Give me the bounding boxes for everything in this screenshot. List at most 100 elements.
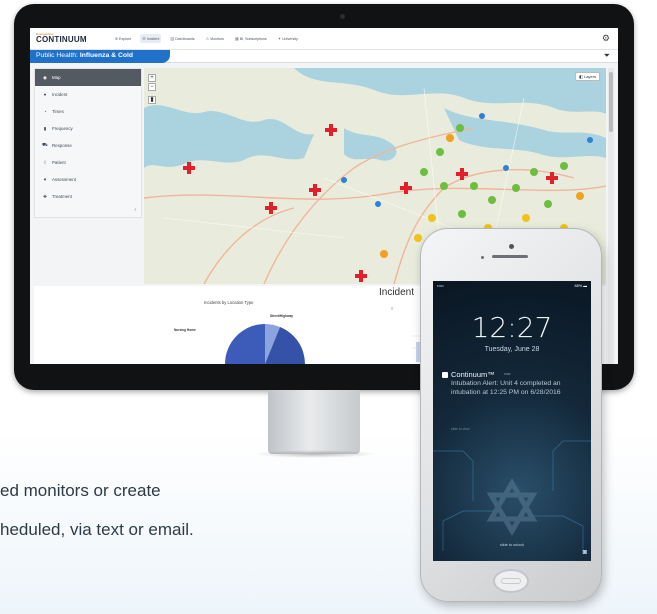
cluster-marker[interactable] (420, 168, 428, 176)
notification-app-name: Continuum™ (451, 370, 495, 379)
sidebar-item-label: Times (52, 109, 64, 114)
sidebar-item-times[interactable]: ◔ Times (35, 103, 141, 120)
push-notification[interactable]: Continuum™ now Intubation Alert: Unit 4 … (442, 370, 582, 434)
cluster-marker[interactable] (544, 200, 552, 208)
zoom-in-button[interactable]: + (148, 74, 156, 82)
pie-chart (225, 324, 305, 364)
frequency-icon: ▮ (43, 125, 47, 131)
circuit-line (552, 440, 591, 491)
locate-button[interactable]: ▮ (148, 96, 156, 104)
dashboard-title-prefix: Public Health: (36, 52, 78, 59)
treatment-icon: ✚ (43, 193, 47, 199)
map-pin-icon[interactable] (341, 177, 347, 183)
cluster-marker[interactable] (440, 182, 448, 190)
zoom-out-button[interactable]: − (148, 83, 156, 91)
pie-label: Street/Highway (270, 314, 294, 318)
lock-screen-time: 12:27 (471, 311, 553, 344)
pie-slice[interactable] (225, 324, 265, 364)
patient-icon: ǀ (44, 160, 46, 165)
nav-label: University (282, 36, 298, 41)
home-button[interactable] (493, 569, 529, 593)
lock-screen-wallpaper (433, 440, 591, 551)
cluster-marker[interactable] (488, 196, 496, 204)
app-header: EmergenSee CONTINUUM ⊕ Explore ☰ Incident … (30, 28, 618, 50)
layers-label: Layers (583, 74, 596, 79)
page-scrollbar[interactable] (608, 68, 614, 364)
cluster-marker[interactable] (530, 168, 538, 176)
gear-icon[interactable]: ⚙ (602, 33, 610, 44)
layers-button[interactable]: ◧ Layers (575, 72, 600, 81)
cluster-marker[interactable] (446, 134, 454, 142)
cluster-marker[interactable] (470, 182, 478, 190)
sidebar-item-response[interactable]: ⛟ Response (35, 137, 141, 154)
filter-icon[interactable]: ⏷ (604, 51, 610, 61)
map-icon: ◉ (42, 74, 47, 80)
sidebar-item-map[interactable]: ◉ Map (35, 69, 141, 86)
lock-screen-date: Tuesday, June 28 (484, 346, 540, 353)
sidebar-item-label: Map (52, 75, 61, 80)
nav-university[interactable]: ✦ University (276, 34, 300, 43)
sidebar-item-label: Incident (52, 92, 68, 97)
sidebar-item-label: Patient (52, 160, 66, 165)
sidebar-item-patient[interactable]: ǀ Patient (35, 154, 141, 171)
cluster-marker[interactable] (560, 162, 568, 170)
dashboard-title-bar: Public Health: Influenza & Cold ⏷ (30, 50, 618, 63)
home-button-glyph (501, 578, 521, 584)
nav-bi-subscriptions[interactable]: ▦ BI, Subscriptions (233, 34, 269, 43)
cluster-marker[interactable] (380, 250, 388, 258)
assessment-icon: ♥ (43, 177, 47, 182)
nav-dashboards[interactable]: ▥ Dashboards (168, 34, 196, 43)
map-pin-icon[interactable] (503, 165, 509, 171)
cluster-marker[interactable] (576, 192, 584, 200)
map-pin-icon[interactable] (375, 201, 381, 207)
status-bar: ••••• 88% ▬ (433, 281, 591, 290)
cluster-marker[interactable] (428, 214, 436, 222)
marketing-copy-line-2: heduled, via text or email. (0, 520, 194, 539)
cluster-marker[interactable] (456, 124, 464, 132)
sidebar-item-label: Assessment (52, 177, 76, 182)
menu-icon[interactable]: ≡ (391, 306, 393, 311)
pie-label: Nursing Home (174, 328, 196, 332)
list-icon: ☰ (142, 36, 146, 41)
sidebar-item-incident[interactable]: ● Incident (35, 86, 141, 103)
slide-to-unlock[interactable]: slide to unlock (433, 543, 591, 547)
cluster-marker[interactable] (512, 184, 520, 192)
earpiece (492, 255, 528, 258)
nav-label: BI, Subscriptions (239, 36, 267, 41)
dashboard-title: Public Health: Influenza & Cold (30, 50, 170, 63)
cluster-marker[interactable] (458, 210, 466, 218)
circuit-line (433, 450, 474, 501)
signal-indicator: ••••• (437, 283, 444, 288)
scrollbar-thumb[interactable] (609, 72, 613, 132)
nav-label: Explore (119, 36, 132, 41)
sidebar-item-frequency[interactable]: ▮ Frequency (35, 120, 141, 137)
response-icon: ⛟ (42, 142, 48, 147)
sidebar-item-label: Response (52, 143, 72, 148)
grid-icon: ▦ (234, 36, 239, 41)
front-camera (509, 244, 514, 249)
dashboard-title-name: Influenza & Cold (79, 52, 134, 59)
locate-icon: ▮ (150, 97, 154, 103)
nav-explore[interactable]: ⊕ Explore (113, 34, 134, 43)
cluster-marker[interactable] (522, 214, 530, 222)
lock-screen[interactable]: ••••• 88% ▬ 12:27 Tuesday, June 28 Conti… (433, 281, 591, 561)
layers-icon: ◧ (579, 74, 583, 79)
smartphone: ••••• 88% ▬ 12:27 Tuesday, June 28 Conti… (420, 228, 602, 602)
map-pin-icon[interactable] (479, 113, 485, 119)
sidebar-item-label: Treatment (52, 194, 72, 199)
sidebar-item-label: Frequency (52, 126, 73, 131)
marketing-copy-line-1: ed monitors or create (0, 481, 161, 500)
cluster-marker[interactable] (414, 234, 422, 242)
sidebar-item-treatment[interactable]: ✚ Treatment (35, 188, 141, 205)
incident-panel-title: Incident (379, 287, 415, 298)
clock-icon: ◔ (43, 109, 47, 114)
brand-logo[interactable]: EmergenSee CONTINUUM (36, 33, 87, 44)
camera-icon[interactable]: ◙ (583, 549, 587, 556)
chevron-left-icon[interactable]: ‹ (134, 207, 136, 213)
nav-incident[interactable]: ☰ Incident (140, 34, 162, 43)
pie-chart-title: Incidents by Location Type (204, 300, 254, 305)
map-pin-icon[interactable] (587, 137, 593, 143)
nav-monitors[interactable]: ⚠ Monitors (204, 34, 226, 43)
sidebar-item-assessment[interactable]: ♥ Assessment (35, 171, 141, 188)
cluster-marker[interactable] (436, 148, 444, 156)
